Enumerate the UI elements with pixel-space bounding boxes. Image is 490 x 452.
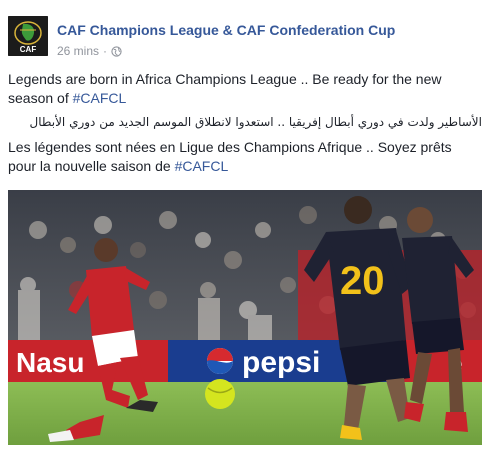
facebook-post: CAF CAF Champions League & CAF Confedera… [0,0,490,452]
message-arabic: الأساطير ولدت في دوري أبطال إفريقيا .. ا… [29,115,482,129]
post-message: Legends are born in Africa Champions Lea… [8,70,482,182]
hashtag-link[interactable]: #CAFCL [73,90,127,106]
hashtag-link[interactable]: #CAFCL [175,158,229,174]
svg-text:20: 20 [340,259,385,303]
svg-text:pepsi: pepsi [242,346,320,379]
post-header: CAF CAF Champions League & CAF Confedera… [8,16,482,64]
message-english: Legends are born in Africa Champions Lea… [8,70,482,108]
message-french-text: Les légendes sont nées en Ligue des Cham… [8,139,452,174]
message-french: Les légendes sont nées en Ligue des Cham… [8,138,482,176]
svg-text:CAF: CAF [20,45,37,54]
football [205,379,235,409]
post-meta: 26 mins · [57,44,122,58]
svg-text:Nasu: Nasu [16,347,84,378]
caf-logo: CAF [8,16,48,56]
globe-icon[interactable] [111,45,122,57]
post-timestamp[interactable]: 26 mins [57,44,99,58]
page-avatar[interactable]: CAF [8,16,48,56]
page-name-link[interactable]: CAF Champions League & CAF Confederation… [57,22,395,38]
post-photo[interactable]: Nasu pepsi e [8,190,482,445]
football-match-photo: Nasu pepsi e [8,190,482,445]
meta-separator: · [103,44,108,58]
